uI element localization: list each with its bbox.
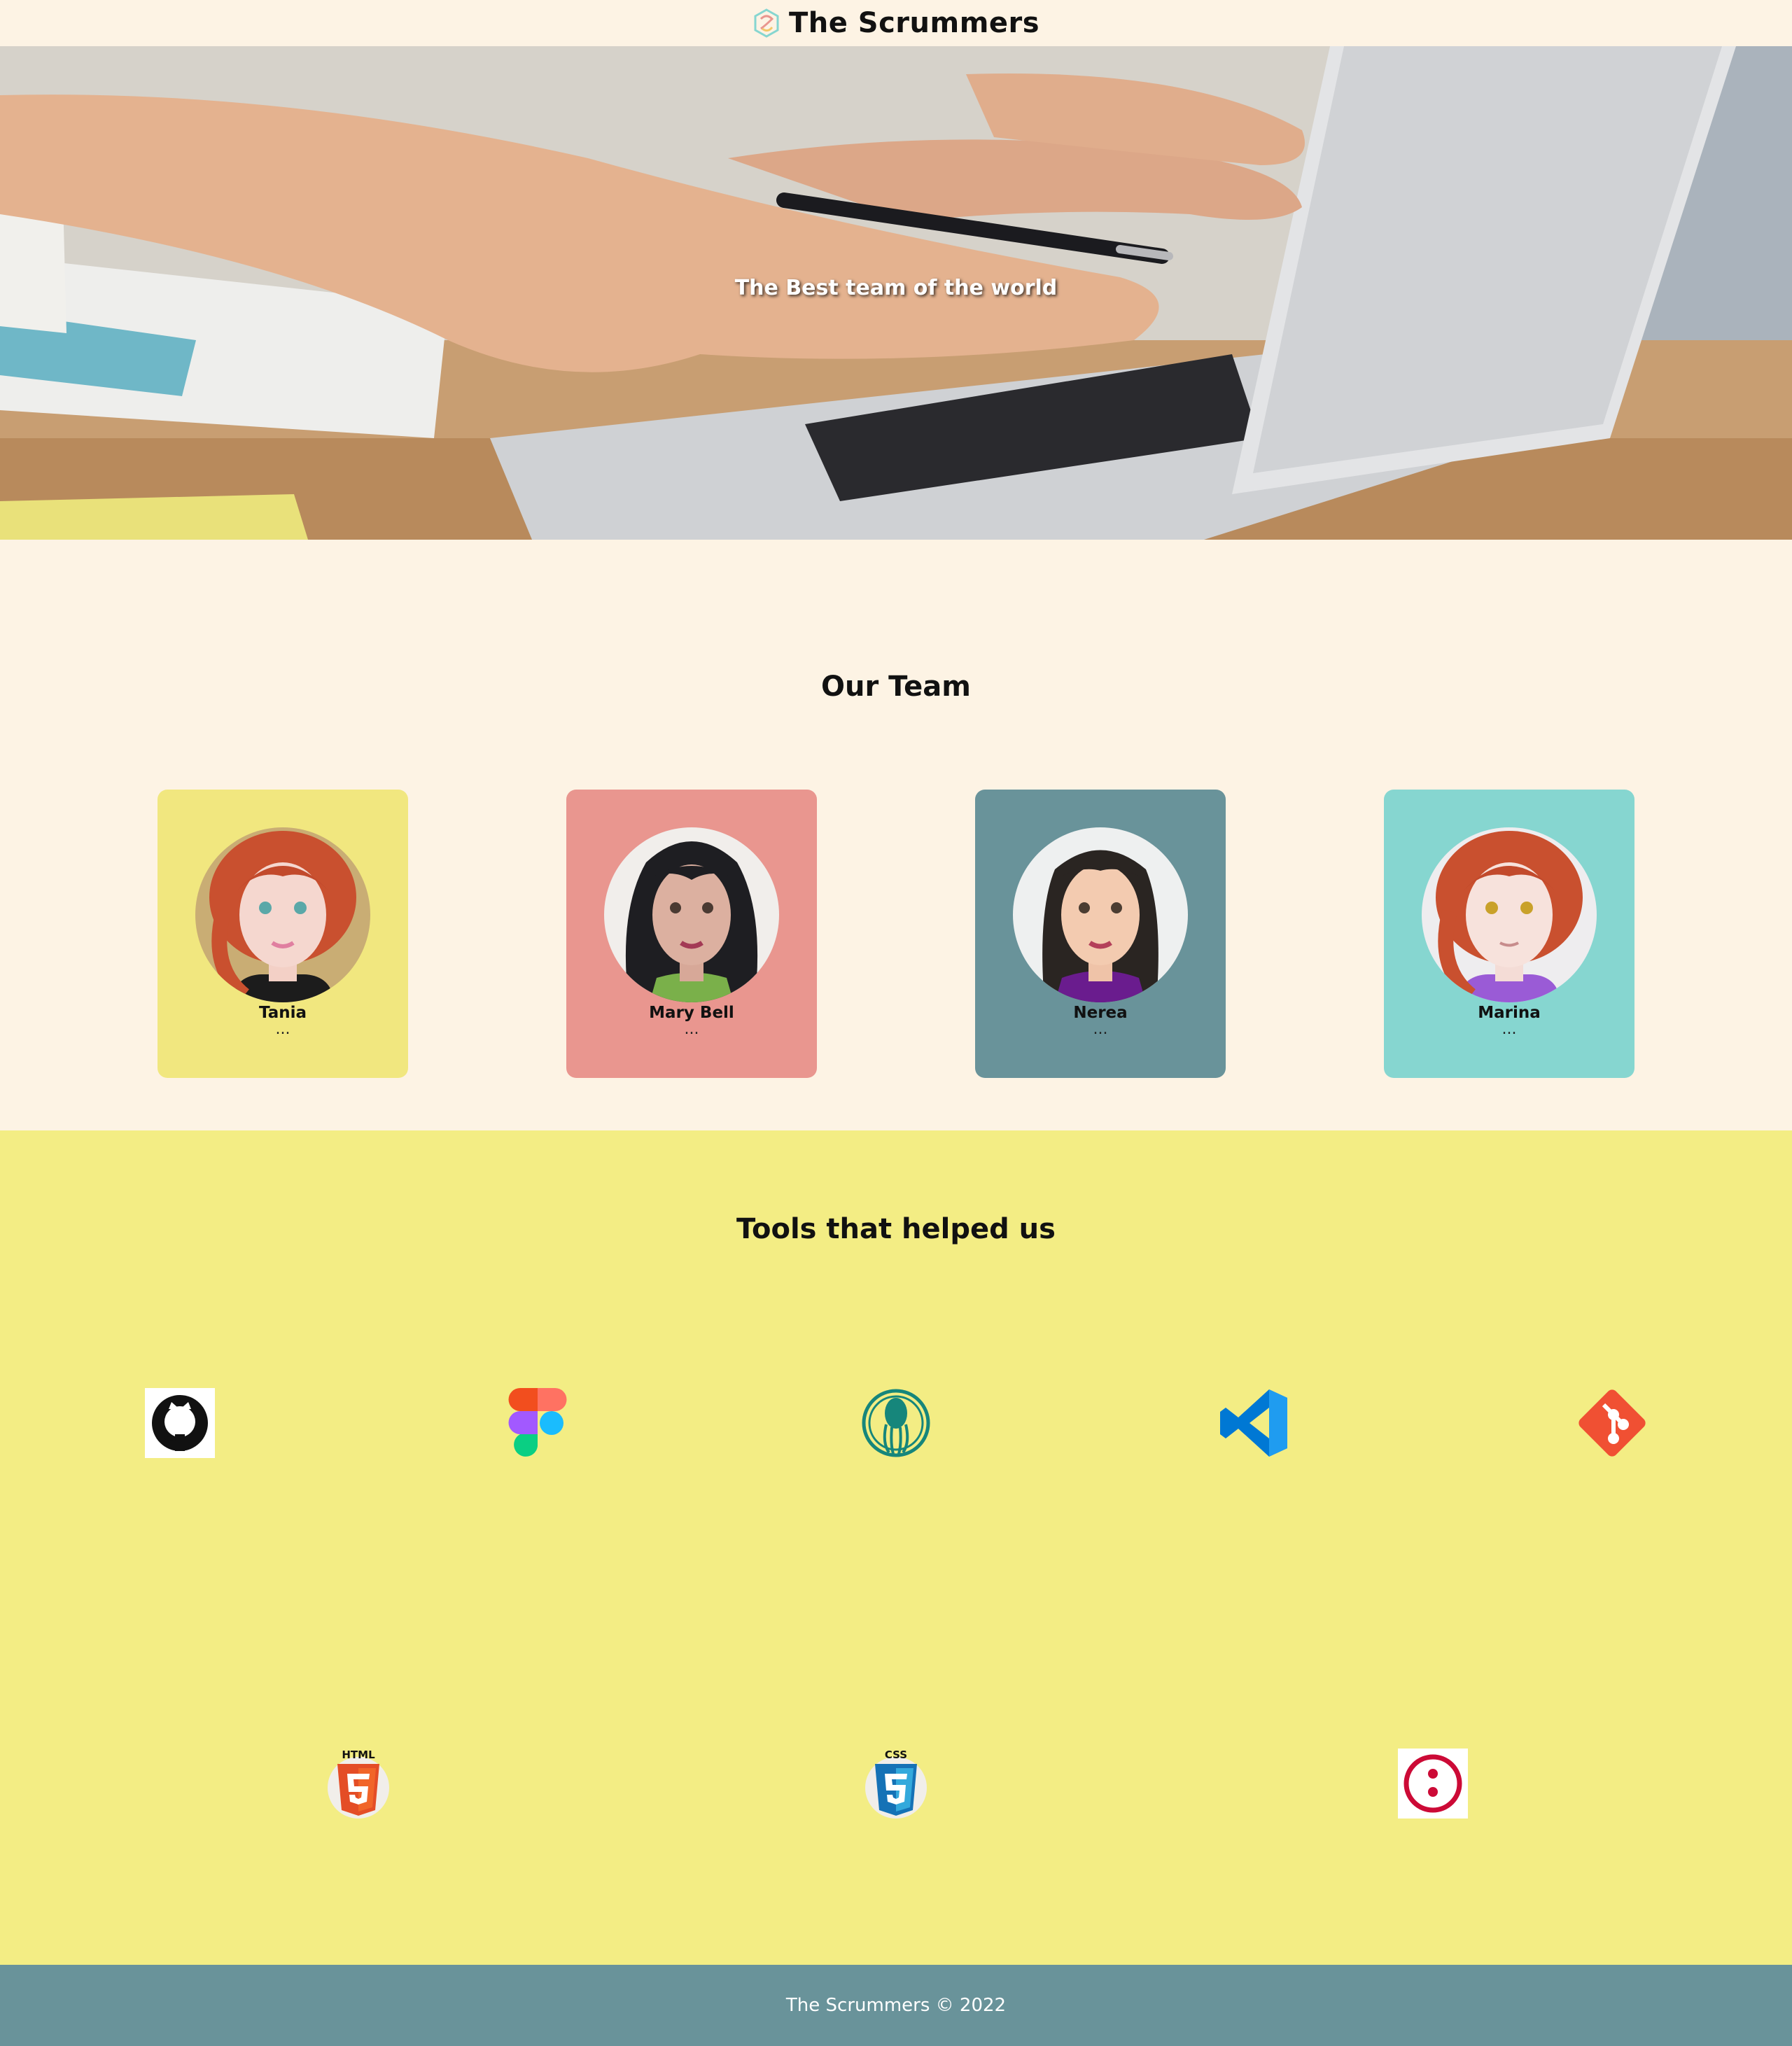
member-name: Marina <box>1478 1004 1541 1022</box>
avatar-marina <box>1422 827 1597 1002</box>
member-role: ... <box>1093 1021 1108 1038</box>
team-section-title: Our Team <box>821 671 971 703</box>
css3-label: CSS <box>884 1749 908 1761</box>
site-title: The Scrummers <box>788 7 1040 39</box>
git-icon[interactable] <box>1577 1388 1647 1458</box>
footer-copyright: The Scrummers © 2022 <box>785 1995 1007 2016</box>
tools-section: Tools that helped us HTML CSS <box>0 1130 1792 1965</box>
figma-icon[interactable] <box>503 1388 573 1458</box>
scrum-logo-icon <box>754 8 779 38</box>
tools-section-title: Tools that helped us <box>736 1213 1056 1245</box>
site-header: The Scrummers <box>0 0 1792 46</box>
avatar-mary-bell <box>604 827 779 1002</box>
member-name: Tania <box>258 1004 307 1022</box>
vscode-icon[interactable] <box>1219 1388 1289 1458</box>
github-icon[interactable] <box>145 1388 215 1458</box>
css3-icon[interactable]: CSS <box>861 1749 931 1819</box>
member-role: ... <box>684 1021 699 1038</box>
hero-banner: The Best team of the world <box>0 46 1792 540</box>
gitkraken-icon[interactable] <box>861 1388 931 1458</box>
html5-label: HTML <box>342 1749 375 1761</box>
team-card-marina: Marina ... <box>1384 790 1634 1078</box>
member-role: ... <box>1502 1021 1517 1038</box>
member-role: ... <box>275 1021 290 1038</box>
team-card-nerea: Nerea ... <box>975 790 1226 1078</box>
avatar-tania <box>195 827 370 1002</box>
site-footer: The Scrummers © 2022 <box>0 1965 1792 2046</box>
discord-alt-icon[interactable] <box>1398 1749 1468 1819</box>
team-card-mary-bell: Mary Bell ... <box>566 790 817 1078</box>
team-card-tania: Tania ... <box>158 790 408 1078</box>
member-name: Mary Bell <box>649 1004 734 1022</box>
html5-icon[interactable]: HTML <box>323 1749 393 1819</box>
hero-title: The Best team of the world <box>734 276 1058 300</box>
avatar-nerea <box>1013 827 1188 1002</box>
member-name: Nerea <box>1073 1004 1128 1022</box>
